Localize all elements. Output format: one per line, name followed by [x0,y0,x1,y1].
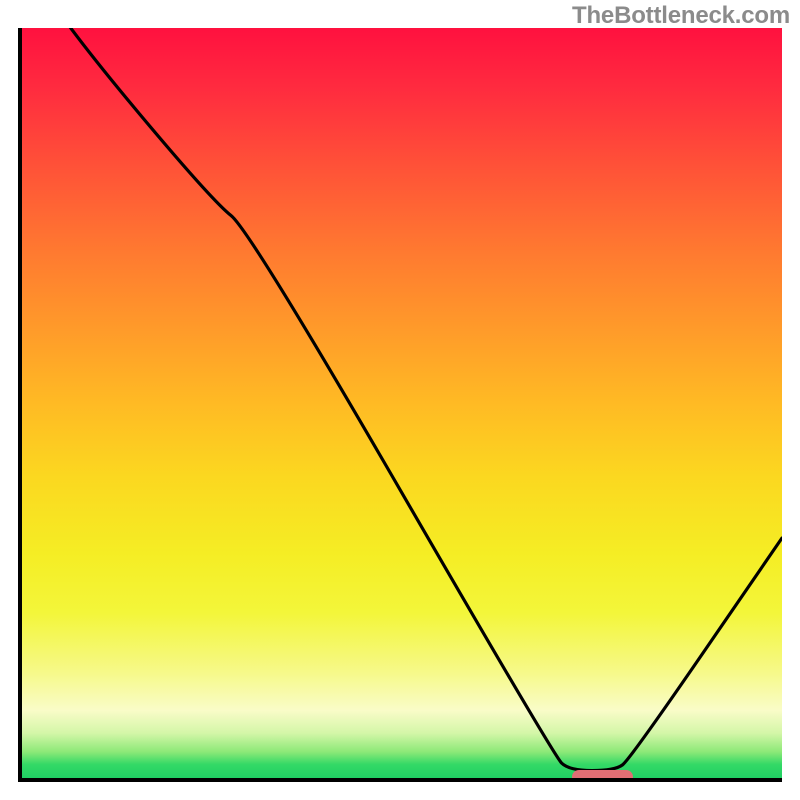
watermark-label: TheBottleneck.com [572,2,790,30]
chart-curve [22,28,782,778]
optimum-marker [572,770,633,782]
plot-area [18,28,782,782]
